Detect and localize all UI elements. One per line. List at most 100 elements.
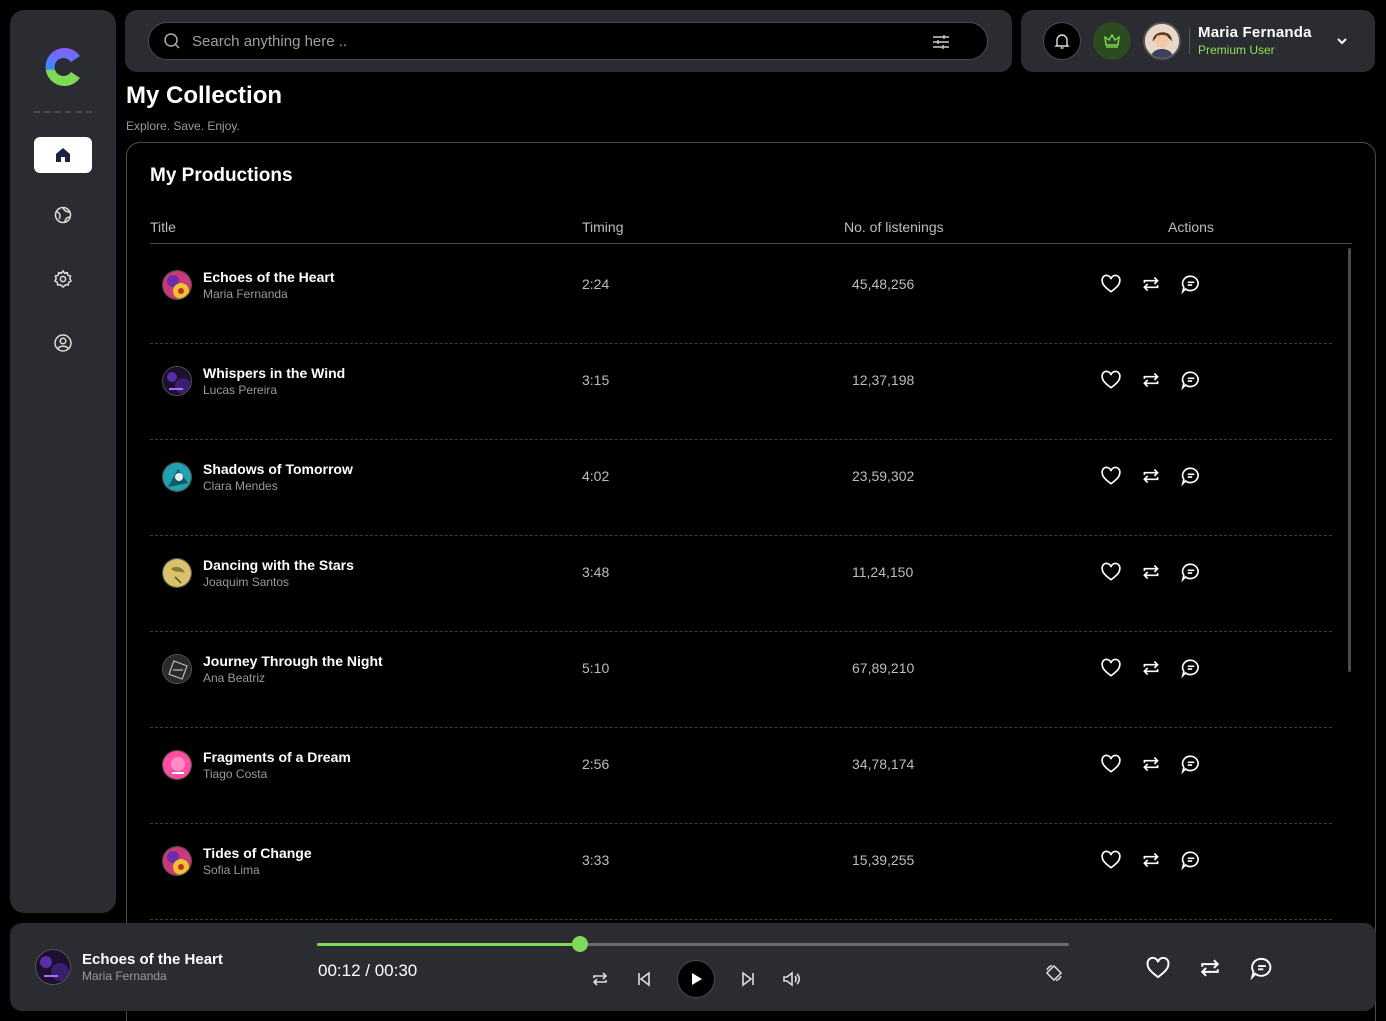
sidebar-item-settings[interactable]: [34, 261, 92, 297]
song-title[interactable]: Echoes of the Heart: [203, 269, 334, 285]
table-row[interactable]: Shadows of Tomorrow Clara Mendes 4:02 23,59…: [150, 440, 1332, 536]
progress-bar[interactable]: [317, 936, 1069, 952]
song-cover: [162, 846, 192, 876]
comment-icon: [1250, 957, 1272, 981]
next-button[interactable]: [737, 968, 759, 990]
previous-button[interactable]: [633, 968, 655, 990]
repeat-icon: [592, 972, 608, 986]
song-title[interactable]: Tides of Change: [203, 845, 312, 861]
section-title: My Productions: [150, 165, 293, 186]
song-listens: 23,59,302: [852, 468, 915, 484]
table-row[interactable]: Fragments of a Dream Tiago Costa 2:56 34,78…: [150, 728, 1332, 824]
premium-button[interactable]: [1093, 22, 1131, 60]
comment-button[interactable]: [1180, 465, 1202, 487]
filter-icon[interactable]: [931, 32, 951, 52]
table-row[interactable]: Whispers in the Wind Lucas Pereira 3:15 12,…: [150, 344, 1332, 440]
comment-icon: [1181, 851, 1199, 871]
heart-icon: [1101, 466, 1121, 485]
play-button[interactable]: [677, 960, 715, 998]
app-logo[interactable]: [40, 44, 86, 90]
song-listens: 45,48,256: [852, 276, 915, 292]
comment-button[interactable]: [1180, 753, 1202, 775]
song-title[interactable]: Shadows of Tomorrow: [203, 461, 353, 477]
repost-button[interactable]: [1140, 849, 1162, 871]
repeat-icon: [1200, 959, 1220, 977]
repeat-button[interactable]: [589, 968, 611, 990]
sidebar-item-explore[interactable]: [34, 197, 92, 233]
player-like-button[interactable]: [1144, 954, 1172, 982]
player-comment-button[interactable]: [1248, 954, 1276, 982]
repost-button[interactable]: [1140, 369, 1162, 391]
header-divider: [150, 243, 1352, 244]
comment-icon: [1181, 275, 1199, 295]
repost-button[interactable]: [1140, 465, 1162, 487]
volume-button[interactable]: [780, 968, 802, 990]
song-cover: [162, 462, 192, 492]
song-artist: Joaquim Santos: [203, 575, 290, 589]
rotate-button[interactable]: [1042, 961, 1066, 985]
table-row[interactable]: Dancing with the Stars Joaquim Santos 3:48…: [150, 536, 1332, 632]
user-tier: Premium User: [1198, 43, 1275, 57]
bell-icon: [1054, 34, 1070, 49]
song-timing: 5:10: [582, 660, 610, 676]
sidebar-item-profile[interactable]: [34, 325, 92, 361]
comment-icon: [1181, 371, 1199, 391]
comment-button[interactable]: [1180, 273, 1202, 295]
like-button[interactable]: [1100, 273, 1122, 295]
like-button[interactable]: [1100, 657, 1122, 679]
song-title[interactable]: Journey Through the Night: [203, 653, 383, 669]
user-name: Maria Fernanda: [1198, 24, 1312, 41]
search-input[interactable]: [192, 23, 892, 59]
repost-button[interactable]: [1140, 561, 1162, 583]
comment-button[interactable]: [1180, 369, 1202, 391]
player-repost-button[interactable]: [1196, 954, 1224, 982]
column-header-listenings: No. of listenings: [844, 219, 944, 235]
song-title[interactable]: Dancing with the Stars: [203, 557, 354, 573]
sidebar-item-home[interactable]: [34, 137, 92, 173]
song-title[interactable]: Fragments of a Dream: [203, 749, 351, 765]
player-bar: Echoes of the Heart Maria Fernanda 00:12…: [10, 923, 1376, 1011]
volume-icon: [783, 971, 801, 987]
comment-button[interactable]: [1180, 561, 1202, 583]
profile-divider: [1189, 28, 1190, 54]
heart-icon: [1146, 956, 1170, 979]
comment-button[interactable]: [1180, 657, 1202, 679]
table-row[interactable]: Tides of Change Sofia Lima 3:33 15,39,255: [150, 824, 1332, 920]
column-header-timing: Timing: [582, 219, 624, 235]
repost-button[interactable]: [1140, 753, 1162, 775]
like-button[interactable]: [1100, 465, 1122, 487]
comment-button[interactable]: [1180, 849, 1202, 871]
now-playing-artist: Maria Fernanda: [82, 969, 167, 983]
song-title[interactable]: Whispers in the Wind: [203, 365, 345, 381]
song-timing: 3:15: [582, 372, 610, 388]
song-timing: 4:02: [582, 468, 610, 484]
table-row[interactable]: Echoes of the Heart Maria Fernanda 2:24 45,…: [150, 248, 1332, 344]
notifications-button[interactable]: [1043, 22, 1081, 60]
profile-bar: Maria Fernanda Premium User: [1021, 10, 1375, 72]
progress-handle[interactable]: [572, 936, 589, 952]
scrollbar[interactable]: [1348, 248, 1351, 672]
now-playing-title: Echoes of the Heart: [82, 951, 223, 968]
avatar[interactable]: [1143, 22, 1181, 60]
search-box[interactable]: [148, 22, 988, 60]
heart-icon: [1101, 562, 1121, 581]
like-button[interactable]: [1100, 561, 1122, 583]
like-button[interactable]: [1100, 849, 1122, 871]
song-cover: [162, 558, 192, 588]
chevron-down-icon[interactable]: [1334, 33, 1350, 49]
page-subtitle: Explore. Save. Enjoy.: [126, 119, 240, 133]
comment-icon: [1181, 467, 1199, 487]
globe-icon: [54, 206, 72, 224]
song-listens: 15,39,255: [852, 852, 915, 868]
like-button[interactable]: [1100, 369, 1122, 391]
song-cover: [162, 750, 192, 780]
repeat-icon: [1143, 852, 1159, 868]
repost-button[interactable]: [1140, 657, 1162, 679]
like-button[interactable]: [1100, 753, 1122, 775]
repost-button[interactable]: [1140, 273, 1162, 295]
table-row[interactable]: Journey Through the Night Ana Beatriz 5:10…: [150, 632, 1332, 728]
now-playing-cover: [35, 949, 71, 985]
repeat-icon: [1143, 660, 1159, 676]
repeat-icon: [1143, 564, 1159, 580]
song-timing: 2:24: [582, 276, 610, 292]
